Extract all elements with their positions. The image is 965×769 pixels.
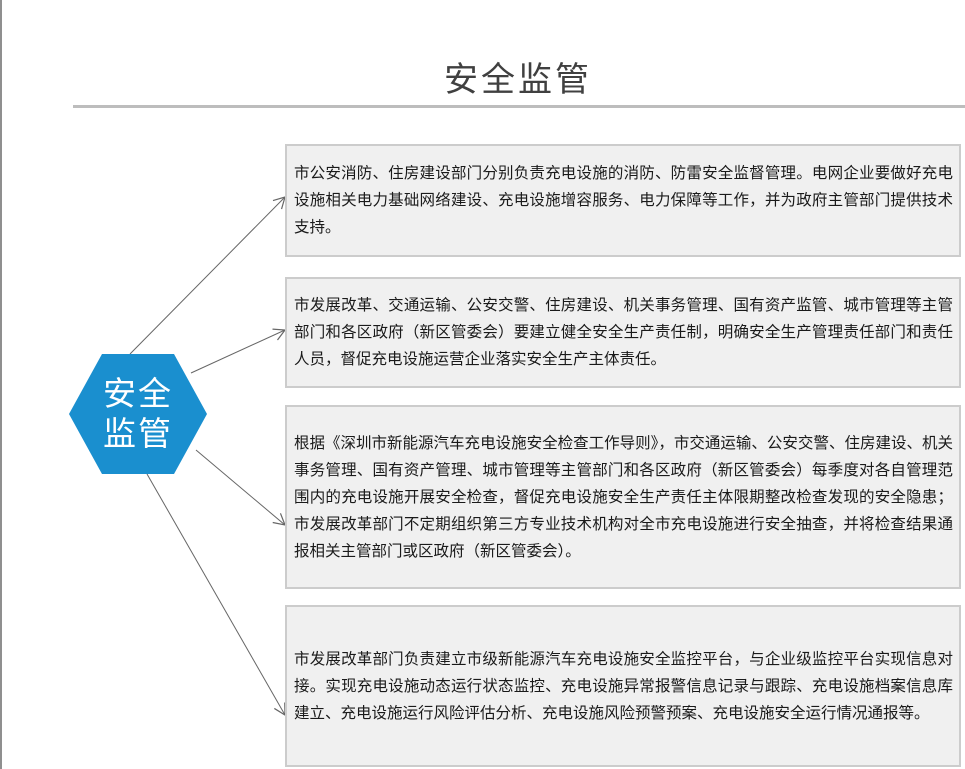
info-box-text: 根据《深圳市新能源汽车充电设施安全检查工作导则》，市交通运输、公安交警、住房建设… <box>294 433 953 560</box>
info-box-text: 市发展改革、交通运输、公安交警、住房建设、机关事务管理、国有资产监管、城市管理等… <box>294 296 953 368</box>
info-box-2: 市发展改革、交通运输、公安交警、住房建设、机关事务管理、国有资产监管、城市管理等… <box>285 277 961 388</box>
connector-to-item-3 <box>195 449 286 526</box>
info-box-1: 市公安消防、住房建设部门分别负责充电设施的消防、防雷安全监督管理。电网企业要做好… <box>285 144 961 257</box>
info-box-text: 市发展改革部门负责建立市级新能源汽车充电设施安全监控平台，与企业级监控平台实现信… <box>294 649 953 722</box>
info-box-4: 市发展改革部门负责建立市级新能源汽车充电设施安全监控平台，与企业级监控平台实现信… <box>285 605 961 767</box>
info-box-3: 根据《深圳市新能源汽车充电设施安全检查工作导则》，市交通运输、公安交警、住房建设… <box>285 405 961 589</box>
hub-label: 安全监管 <box>69 354 207 474</box>
info-box-text: 市公安消防、住房建设部门分别负责充电设施的消防、防雷安全监督管理。电网企业要做好… <box>294 164 953 236</box>
connector-to-item-4 <box>146 473 286 717</box>
connector-to-item-1 <box>129 196 286 355</box>
hub-label-text: 安全监管 <box>103 374 173 453</box>
